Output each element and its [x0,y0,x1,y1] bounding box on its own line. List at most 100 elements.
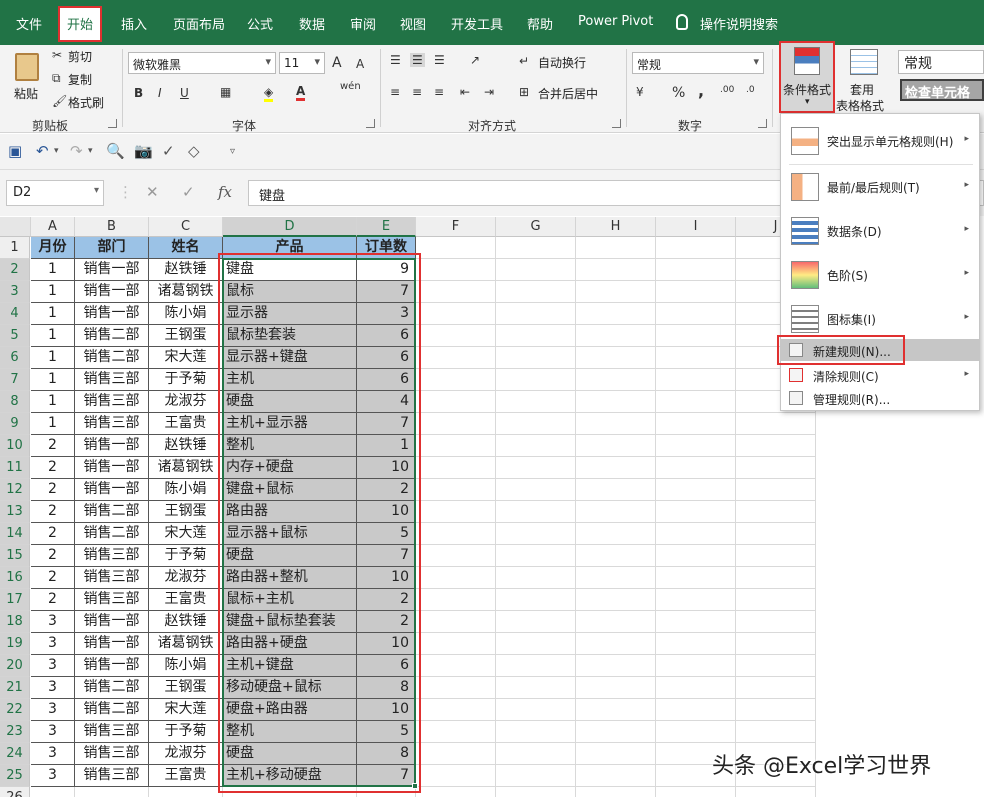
table-cell[interactable]: 3 [31,677,75,699]
empty-cell[interactable] [416,743,496,765]
empty-cell[interactable] [416,435,496,457]
empty-cell[interactable] [736,589,816,611]
empty-cell[interactable] [736,699,816,721]
table-cell[interactable]: 销售一部 [75,259,149,281]
row-header[interactable]: 20 [0,655,30,677]
customize-toolbar-icon[interactable]: ▿ [230,146,235,157]
table-cell[interactable]: 王富贵 [149,413,223,435]
empty-cell[interactable] [576,611,656,633]
font-launcher-icon[interactable] [366,119,375,128]
table-cell[interactable]: 销售三部 [75,391,149,413]
table-cell[interactable]: 诸葛钢铁 [149,633,223,655]
empty-cell[interactable] [576,765,656,787]
decrease-indent-icon[interactable]: ⇤ [460,85,470,99]
table-cell[interactable]: 2 [31,545,75,567]
empty-cell[interactable] [496,787,576,797]
empty-cell[interactable] [656,457,736,479]
empty-cell[interactable] [576,523,656,545]
table-cell[interactable]: 于予菊 [149,545,223,567]
empty-cell[interactable] [416,655,496,677]
column-header-g[interactable]: G [496,217,576,237]
menu-data-bars[interactable]: 数据条(D) ▸ [781,210,979,252]
table-cell[interactable]: 1 [31,347,75,369]
column-header-i[interactable]: I [656,217,736,237]
empty-cell[interactable] [736,721,816,743]
table-cell[interactable]: 赵铁锤 [149,259,223,281]
row-header[interactable]: 11 [0,457,30,479]
tab-insert[interactable]: 插入 [121,14,147,33]
empty-cell[interactable] [576,479,656,501]
table-cell[interactable]: 宋大莲 [149,347,223,369]
empty-cell[interactable] [656,589,736,611]
empty-cell[interactable] [656,391,736,413]
redo-icon[interactable]: ↷ [70,142,83,160]
table-cell[interactable]: 1 [31,325,75,347]
table-cell[interactable]: 销售一部 [75,655,149,677]
empty-cell[interactable] [496,501,576,523]
row-header[interactable]: 3 [0,281,30,303]
empty-cell[interactable] [416,391,496,413]
empty-cell[interactable] [656,523,736,545]
empty-cell[interactable] [496,699,576,721]
column-header-d[interactable]: D [223,217,357,237]
align-bottom-icon[interactable]: ☰ [434,53,445,67]
row-header[interactable]: 6 [0,347,30,369]
empty-cell[interactable] [416,765,496,787]
borders-icon[interactable]: ▦ [220,85,231,99]
row-header[interactable]: 21 [0,677,30,699]
number-launcher-icon[interactable] [758,119,767,128]
table-cell[interactable]: 销售三部 [75,743,149,765]
empty-cell[interactable] [416,611,496,633]
fill-color-icon[interactable]: ◈ [264,85,274,102]
table-cell[interactable]: 销售一部 [75,611,149,633]
empty-cell[interactable] [656,325,736,347]
chevron-down-icon[interactable]: ▾ [88,146,93,156]
empty-cell[interactable] [416,303,496,325]
empty-cell[interactable] [496,391,576,413]
tab-developer[interactable]: 开发工具 [451,14,503,33]
table-cell[interactable]: 销售二部 [75,501,149,523]
row-header[interactable]: 23 [0,721,30,743]
empty-cell[interactable] [656,655,736,677]
tab-file[interactable]: 文件 [16,14,42,33]
italic-button[interactable]: I [158,86,162,100]
copy-button[interactable]: 复制 [68,71,92,88]
table-cell[interactable]: 宋大莲 [149,523,223,545]
empty-cell[interactable] [576,677,656,699]
table-cell[interactable]: 销售一部 [75,633,149,655]
empty-cell[interactable] [736,633,816,655]
table-cell[interactable]: 3 [31,611,75,633]
empty-cell[interactable] [736,787,816,797]
row-header[interactable]: 9 [0,413,30,435]
row-header[interactable]: 7 [0,369,30,391]
empty-cell[interactable] [416,237,496,259]
empty-cell[interactable] [656,259,736,281]
empty-cell[interactable] [496,567,576,589]
menu-clear-rules[interactable]: 清除规则(C) ▸ [781,364,979,386]
menu-top-bottom-rules[interactable]: 最前/最后规则(T) ▸ [781,166,979,208]
orientation-icon[interactable]: ↗ [470,53,480,67]
table-cell[interactable]: 王富贵 [149,589,223,611]
merge-center-button[interactable]: 合并后居中 [538,85,598,102]
table-cell[interactable]: 王钢蛋 [149,677,223,699]
empty-cell[interactable] [416,281,496,303]
table-cell[interactable]: 2 [31,501,75,523]
table-cell[interactable]: 销售二部 [75,699,149,721]
empty-cell[interactable] [576,589,656,611]
table-cell[interactable]: 销售一部 [75,281,149,303]
empty-cell[interactable] [416,501,496,523]
align-right-icon[interactable]: ≡ [434,85,444,99]
table-cell[interactable]: 1 [31,369,75,391]
table-cell[interactable]: 销售一部 [75,435,149,457]
row-header[interactable]: 17 [0,589,30,611]
empty-cell[interactable] [576,413,656,435]
underline-button[interactable]: U [180,86,189,100]
touch-mode-icon[interactable]: ◇ [188,142,200,160]
spelling-icon[interactable]: ✓ [162,142,175,160]
phonetic-button[interactable]: wén [340,81,361,92]
empty-cell[interactable] [736,413,816,435]
table-cell[interactable]: 陈小娟 [149,655,223,677]
table-cell[interactable]: 于予菊 [149,369,223,391]
currency-icon[interactable]: ¥ [636,85,644,99]
table-cell[interactable]: 2 [31,523,75,545]
